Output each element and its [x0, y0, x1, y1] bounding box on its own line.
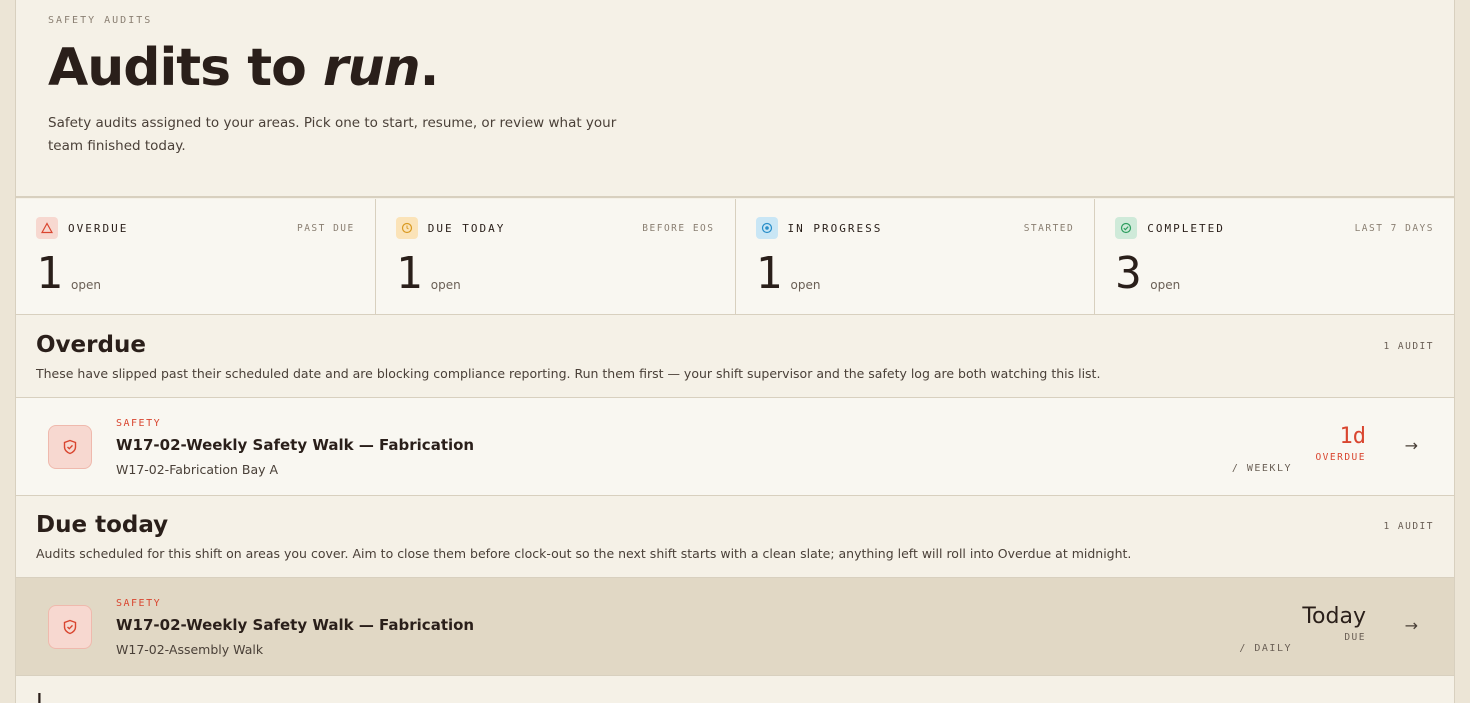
audit-title: W17-02-Weekly Safety Walk — Fabrication: [116, 436, 475, 454]
page-header: SAFETY AUDITS Audits to run. Safety audi…: [16, 0, 1454, 198]
due-label: DUE: [1344, 632, 1366, 643]
stat-sub: LAST 7 DAYS: [1354, 223, 1434, 234]
stat-overdue[interactable]: OVERDUE PAST DUE 1 open: [16, 199, 376, 314]
section-count: 1 AUDIT: [1383, 341, 1434, 352]
stat-unit: open: [71, 278, 101, 292]
audit-title: W17-02-Weekly Safety Walk — Fabrication: [116, 616, 475, 634]
stat-value: 3: [1115, 248, 1142, 299]
stat-label: DUE TODAY: [427, 222, 506, 235]
title-emphasis: run: [322, 38, 421, 98]
stat-sub: PAST DUE: [296, 223, 355, 234]
title-text: Audits to: [48, 38, 323, 98]
stats-bar: OVERDUE PAST DUE 1 open DUE TODAY BEFORE…: [16, 199, 1454, 315]
app-frame: SAFETY AUDITS Audits to run. Safety audi…: [15, 0, 1455, 703]
stat-sub: STARTED: [1023, 223, 1075, 234]
alert-icon: [36, 217, 58, 239]
section-description: These have slipped past their scheduled …: [36, 366, 1101, 381]
stat-unit: open: [430, 278, 461, 292]
section-overdue-header: Overdue 1 AUDIT These have slipped past …: [16, 316, 1454, 398]
stat-label: OVERDUE: [68, 222, 129, 235]
stat-in-progress[interactable]: IN PROGRESS STARTED 1 open: [736, 199, 1096, 314]
due-value: Today: [1302, 604, 1366, 629]
audit-category: SAFETY: [116, 418, 162, 429]
stat-value: 1: [36, 248, 63, 299]
audit-frequency: / WEEKLY: [1231, 463, 1292, 474]
check-icon: [1115, 217, 1138, 239]
shield-icon: [48, 605, 92, 649]
audit-frequency: / DAILY: [1239, 643, 1292, 654]
audit-row-overdue[interactable]: SAFETY W17-02-Weekly Safety Walk — Fabri…: [16, 398, 1454, 496]
eyebrow: SAFETY AUDITS: [48, 15, 153, 26]
audit-category: SAFETY: [116, 598, 162, 609]
stat-label: IN PROGRESS: [787, 222, 883, 235]
stat-unit: open: [790, 278, 821, 292]
progress-icon: [755, 217, 778, 239]
stat-due-today[interactable]: DUE TODAY BEFORE EOS 1 open: [376, 199, 736, 314]
stat-completed[interactable]: COMPLETED LAST 7 DAYS 3 open: [1095, 199, 1454, 314]
section-count: 1 AUDIT: [1383, 521, 1434, 532]
audit-location: W17-02-Assembly Walk: [116, 642, 264, 657]
section-title-partial: I: [36, 690, 43, 703]
title-period: .: [419, 38, 440, 98]
audit-due-status: Today DUE: [1302, 604, 1366, 643]
stat-value: 1: [395, 248, 423, 299]
audit-due-status: 1d OVERDUE: [1315, 424, 1366, 463]
stat-sub: BEFORE EOS: [642, 223, 715, 234]
section-title: Due today: [36, 512, 169, 538]
arrow-right-icon[interactable]: →: [1405, 436, 1418, 455]
shield-icon: [48, 425, 92, 469]
due-value: 1d: [1339, 424, 1367, 449]
section-description: Audits scheduled for this shift on areas…: [36, 546, 1132, 561]
section-due-today-header: Due today 1 AUDIT Audits scheduled for t…: [16, 496, 1454, 578]
stat-unit: open: [1150, 278, 1181, 292]
page-subtitle: Safety audits assigned to your areas. Pi…: [48, 115, 617, 154]
arrow-right-icon[interactable]: →: [1405, 616, 1418, 635]
audit-location: W17-02-Fabrication Bay A: [116, 462, 279, 477]
audit-row-due-today[interactable]: SAFETY W17-02-Weekly Safety Walk — Fabri…: [16, 578, 1454, 676]
due-label: OVERDUE: [1315, 452, 1366, 463]
stat-value: 1: [755, 248, 783, 299]
clock-icon: [395, 217, 418, 239]
section-title: Overdue: [36, 332, 146, 358]
stat-label: COMPLETED: [1147, 222, 1225, 235]
page-title: Audits to run.: [48, 38, 440, 98]
